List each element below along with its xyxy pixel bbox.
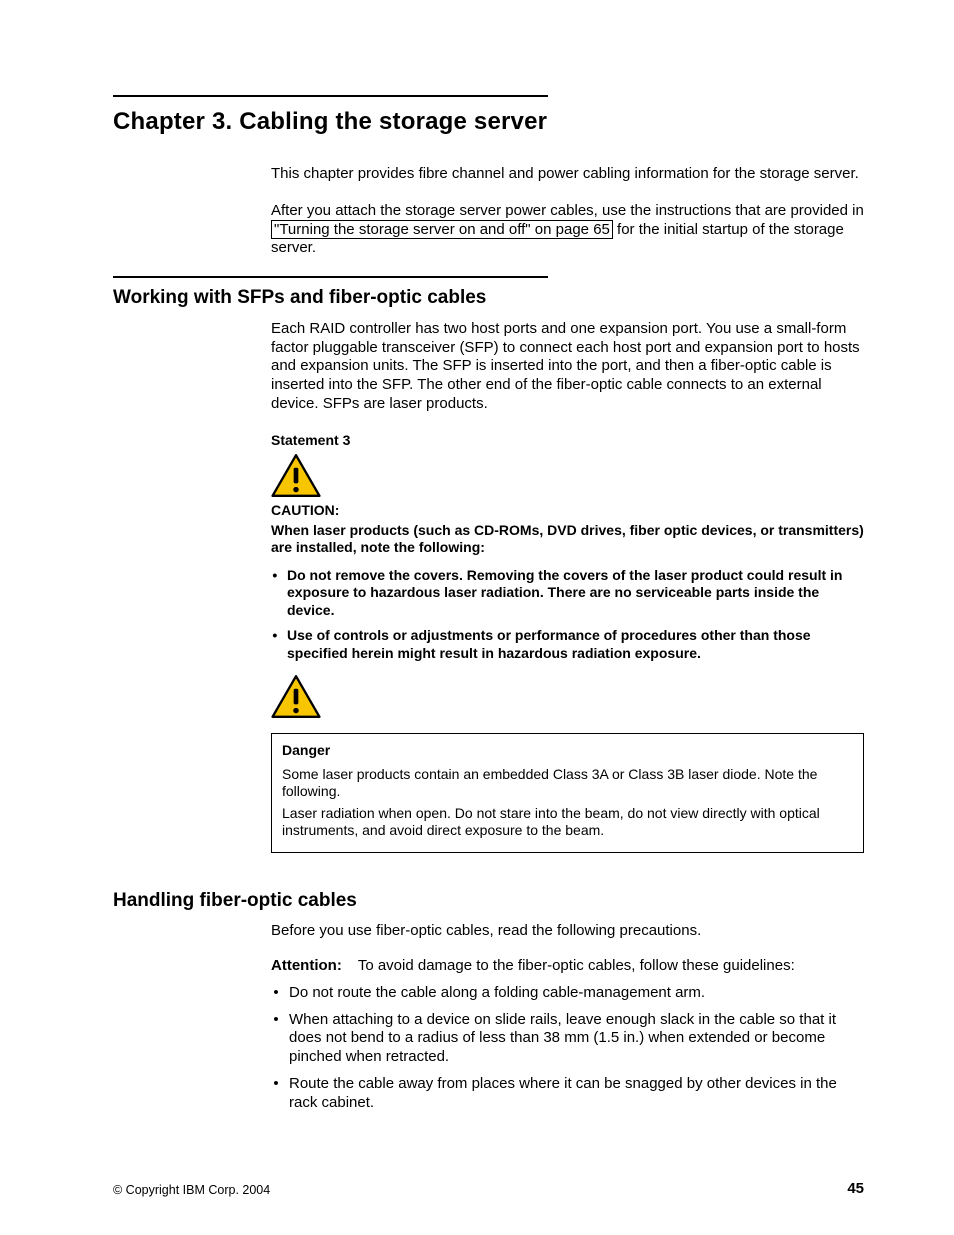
- chapter-intro-2: After you attach the storage server powe…: [271, 202, 864, 258]
- copyright: © Copyright IBM Corp. 2004: [113, 1183, 270, 1199]
- caution-bullet-list: Do not remove the covers. Removing the c…: [271, 567, 864, 663]
- danger-box: Danger Some laser products contain an em…: [271, 733, 864, 853]
- guideline-3: Route the cable away from places where i…: [287, 1075, 864, 1113]
- danger-body-1: Some laser products contain an embedded …: [282, 766, 853, 801]
- guideline-1: Do not route the cable along a folding c…: [287, 984, 864, 1003]
- attention-label: Attention:: [271, 957, 342, 974]
- danger-title: Danger: [282, 742, 853, 760]
- caution-bullet-2: Use of controls or adjustments or perfor…: [285, 627, 864, 662]
- section1-body: Each RAID controller has two host ports …: [271, 320, 864, 853]
- caution-bullet-1: Do not remove the covers. Removing the c…: [285, 567, 864, 620]
- chapter-intro-block: This chapter provides fibre channel and …: [271, 165, 864, 258]
- page-cross-reference-link[interactable]: "Turning the storage server on and off" …: [271, 220, 613, 239]
- section2-body: Before you use fiber-optic cables, read …: [271, 922, 864, 1112]
- danger-body-2: Laser radiation when open. Do not stare …: [282, 805, 853, 840]
- top-rule: [113, 95, 548, 97]
- page: Chapter 3. Cabling the storage server Th…: [0, 0, 954, 1235]
- section2-intro: Before you use fiber-optic cables, read …: [271, 922, 864, 941]
- attention-text: To avoid damage to the fiber-optic cable…: [358, 957, 795, 974]
- chapter-intro-2-pre: After you attach the storage server powe…: [271, 202, 864, 219]
- chapter-intro-1: This chapter provides fibre channel and …: [271, 165, 864, 184]
- section-rule-1: [113, 276, 548, 278]
- section1-para: Each RAID controller has two host ports …: [271, 320, 864, 414]
- guidelines-list: Do not route the cable along a folding c…: [271, 984, 864, 1113]
- guideline-2: When attaching to a device on slide rail…: [287, 1011, 864, 1067]
- attention-row: Attention: To avoid damage to the fiber-o…: [271, 957, 864, 976]
- chapter-title: Chapter 3. Cabling the storage server: [113, 107, 864, 137]
- statement-label: Statement 3: [271, 432, 864, 450]
- page-number: 45: [847, 1180, 864, 1199]
- caution-label: CAUTION:: [271, 502, 864, 520]
- caution-text: When laser products (such as CD-ROMs, DV…: [271, 522, 864, 557]
- section-title-handling: Handling fiber-optic cables: [113, 889, 864, 913]
- danger-icon: [271, 674, 321, 719]
- caution-icon: [271, 453, 321, 498]
- section-title-sfp: Working with SFPs and fiber-optic cables: [113, 286, 864, 310]
